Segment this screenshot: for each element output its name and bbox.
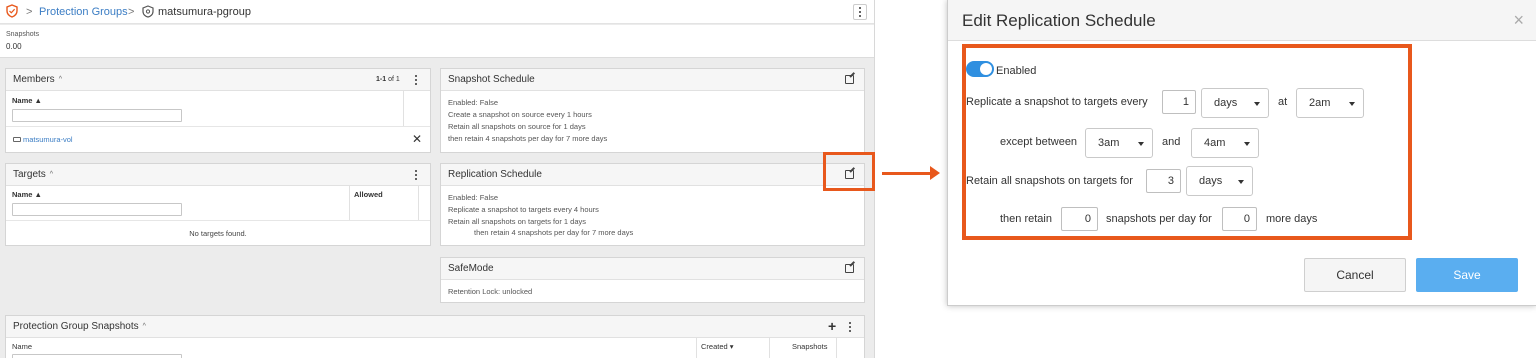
annotation-arrow-head xyxy=(930,166,940,180)
enabled-label: Enabled xyxy=(996,65,1037,77)
snapshots-stat-label: Snapshots xyxy=(6,31,40,38)
breadcrumb-separator: > xyxy=(128,6,135,18)
members-name-filter[interactable] xyxy=(12,109,182,122)
pg-snapshots-name-filter[interactable] xyxy=(12,354,182,358)
safemode-panel: SafeMode Retention Lock: unlocked xyxy=(440,257,865,303)
edit-snapshot-schedule-icon[interactable] xyxy=(845,75,854,84)
except-from-select[interactable]: 3am xyxy=(1085,128,1153,158)
replication-schedule-line: then retain 4 snapshots per day for 7 mo… xyxy=(474,228,634,237)
snapshot-schedule-line: Create a snapshot on source every 1 hour… xyxy=(448,110,592,119)
replication-schedule-title: Replication Schedule xyxy=(448,169,542,180)
targets-empty-message: No targets found. xyxy=(189,229,247,238)
edit-safemode-icon[interactable] xyxy=(845,264,854,273)
dialog-title: Edit Replication Schedule xyxy=(962,11,1156,30)
replicate-unit-select[interactable]: days xyxy=(1201,88,1269,118)
members-menu-icon[interactable] xyxy=(413,73,419,87)
remove-member-icon[interactable]: ✕ xyxy=(412,132,422,146)
targets-name-filter[interactable] xyxy=(12,203,182,216)
page-actions-menu-icon[interactable] xyxy=(853,4,867,20)
snapshot-schedule-line: then retain 4 snapshots per day for 7 mo… xyxy=(448,134,608,143)
snapshot-schedule-title: Snapshot Schedule xyxy=(448,74,535,85)
members-title[interactable]: Members ^ xyxy=(13,74,62,85)
add-snapshot-icon[interactable]: + xyxy=(828,318,836,334)
snapshot-schedule-line: Enabled: False xyxy=(448,98,499,107)
replicate-at-select[interactable]: 2am xyxy=(1296,88,1364,118)
snapshot-schedule-panel: Snapshot Schedule Enabled: False Create … xyxy=(440,68,865,153)
members-col-name[interactable]: Name ▲ xyxy=(12,96,42,105)
targets-col-allowed[interactable]: Allowed xyxy=(354,190,383,199)
targets-title[interactable]: Targets ^ xyxy=(13,169,53,180)
breadcrumb-separator: > xyxy=(26,6,33,18)
snapshots-stat-value: 0.00 xyxy=(6,42,22,51)
replication-schedule-line: Enabled: False xyxy=(448,193,499,202)
then-retain-input[interactable]: 0 xyxy=(1061,207,1098,231)
safemode-title: SafeMode xyxy=(448,263,494,274)
pgroup-icon xyxy=(142,5,154,18)
except-to-select[interactable]: 4am xyxy=(1191,128,1259,158)
collapse-caret-icon[interactable]: ^ xyxy=(50,171,53,178)
replicate-every-input[interactable]: 1 xyxy=(1162,90,1196,114)
collapse-caret-icon[interactable]: ^ xyxy=(143,323,146,330)
replication-schedule-line: Retain all snapshots on targets for 1 da… xyxy=(448,217,586,226)
safemode-retention-lock: Retention Lock: unlocked xyxy=(448,287,533,296)
members-panel-header: Members ^ 1-1 of 1 xyxy=(6,69,430,91)
annotation-arrow xyxy=(882,172,934,175)
pg-snapshots-menu-icon[interactable] xyxy=(847,320,853,334)
pg-snapshots-col-created[interactable]: Created ▾ xyxy=(701,342,734,351)
shield-icon xyxy=(6,4,18,18)
breadcrumb-protection-groups-link[interactable]: Protection Groups xyxy=(39,6,128,18)
save-button[interactable]: Save xyxy=(1416,258,1518,292)
member-volume-link[interactable]: matsumura-vol xyxy=(23,135,73,144)
targets-panel-header: Targets ^ xyxy=(6,164,430,186)
except-between-label: except between xyxy=(1000,136,1078,148)
edit-button-highlight xyxy=(823,152,875,191)
collapse-caret-icon[interactable]: ^ xyxy=(59,76,62,83)
chevron-down-icon xyxy=(1238,180,1244,184)
replication-schedule-line: Replicate a snapshot to targets every 4 … xyxy=(448,205,599,214)
enabled-toggle[interactable] xyxy=(966,61,994,77)
retain-prefix-label: Retain all snapshots on targets for xyxy=(966,175,1133,187)
pg-snapshots-panel: Protection Group Snapshots ^ + Name Creat… xyxy=(5,315,865,358)
chevron-down-icon xyxy=(1138,142,1144,146)
chevron-down-icon xyxy=(1244,142,1250,146)
at-label: at xyxy=(1278,96,1288,108)
replication-schedule-panel: Replication Schedule Enabled: False Repl… xyxy=(440,163,865,246)
breadcrumb: > Protection Groups > matsumura-pgroup xyxy=(0,0,874,24)
chevron-down-icon xyxy=(1254,102,1260,106)
targets-panel: Targets ^ Name ▲ Allowed No targets found… xyxy=(5,163,431,246)
retain-unit-select[interactable]: days xyxy=(1186,166,1253,196)
pg-snapshots-col-name[interactable]: Name xyxy=(12,342,32,351)
protection-group-page: > Protection Groups > matsumura-pgroup S… xyxy=(0,0,875,358)
snapshots-per-day-label: snapshots per day for xyxy=(1106,213,1212,225)
close-icon[interactable]: × xyxy=(1513,10,1524,31)
pg-snapshots-title[interactable]: Protection Group Snapshots ^ xyxy=(13,321,146,332)
breadcrumb-current: matsumura-pgroup xyxy=(158,6,251,18)
snapshot-schedule-line: Retain all snapshots on source for 1 day… xyxy=(448,122,586,131)
volume-icon xyxy=(13,137,21,142)
chevron-down-icon xyxy=(1349,102,1355,106)
members-panel: Members ^ 1-1 of 1 Name ▲ matsumura-vol ✕ xyxy=(5,68,431,153)
cancel-button[interactable]: Cancel xyxy=(1304,258,1406,292)
targets-col-name[interactable]: Name ▲ xyxy=(12,190,42,199)
more-days-label: more days xyxy=(1266,213,1318,225)
and-label: and xyxy=(1162,136,1181,148)
members-pager: 1-1 of 1 xyxy=(376,76,400,83)
replicate-prefix-label: Replicate a snapshot to targets every xyxy=(966,96,1148,108)
then-retain-label: then retain xyxy=(1000,213,1052,225)
more-days-input[interactable]: 0 xyxy=(1222,207,1257,231)
snapshots-stat: Snapshots 0.00 xyxy=(0,25,874,58)
pg-snapshots-col-snapshots[interactable]: Snapshots xyxy=(792,342,827,351)
targets-menu-icon[interactable] xyxy=(413,168,419,182)
retain-days-input[interactable]: 3 xyxy=(1146,169,1181,193)
